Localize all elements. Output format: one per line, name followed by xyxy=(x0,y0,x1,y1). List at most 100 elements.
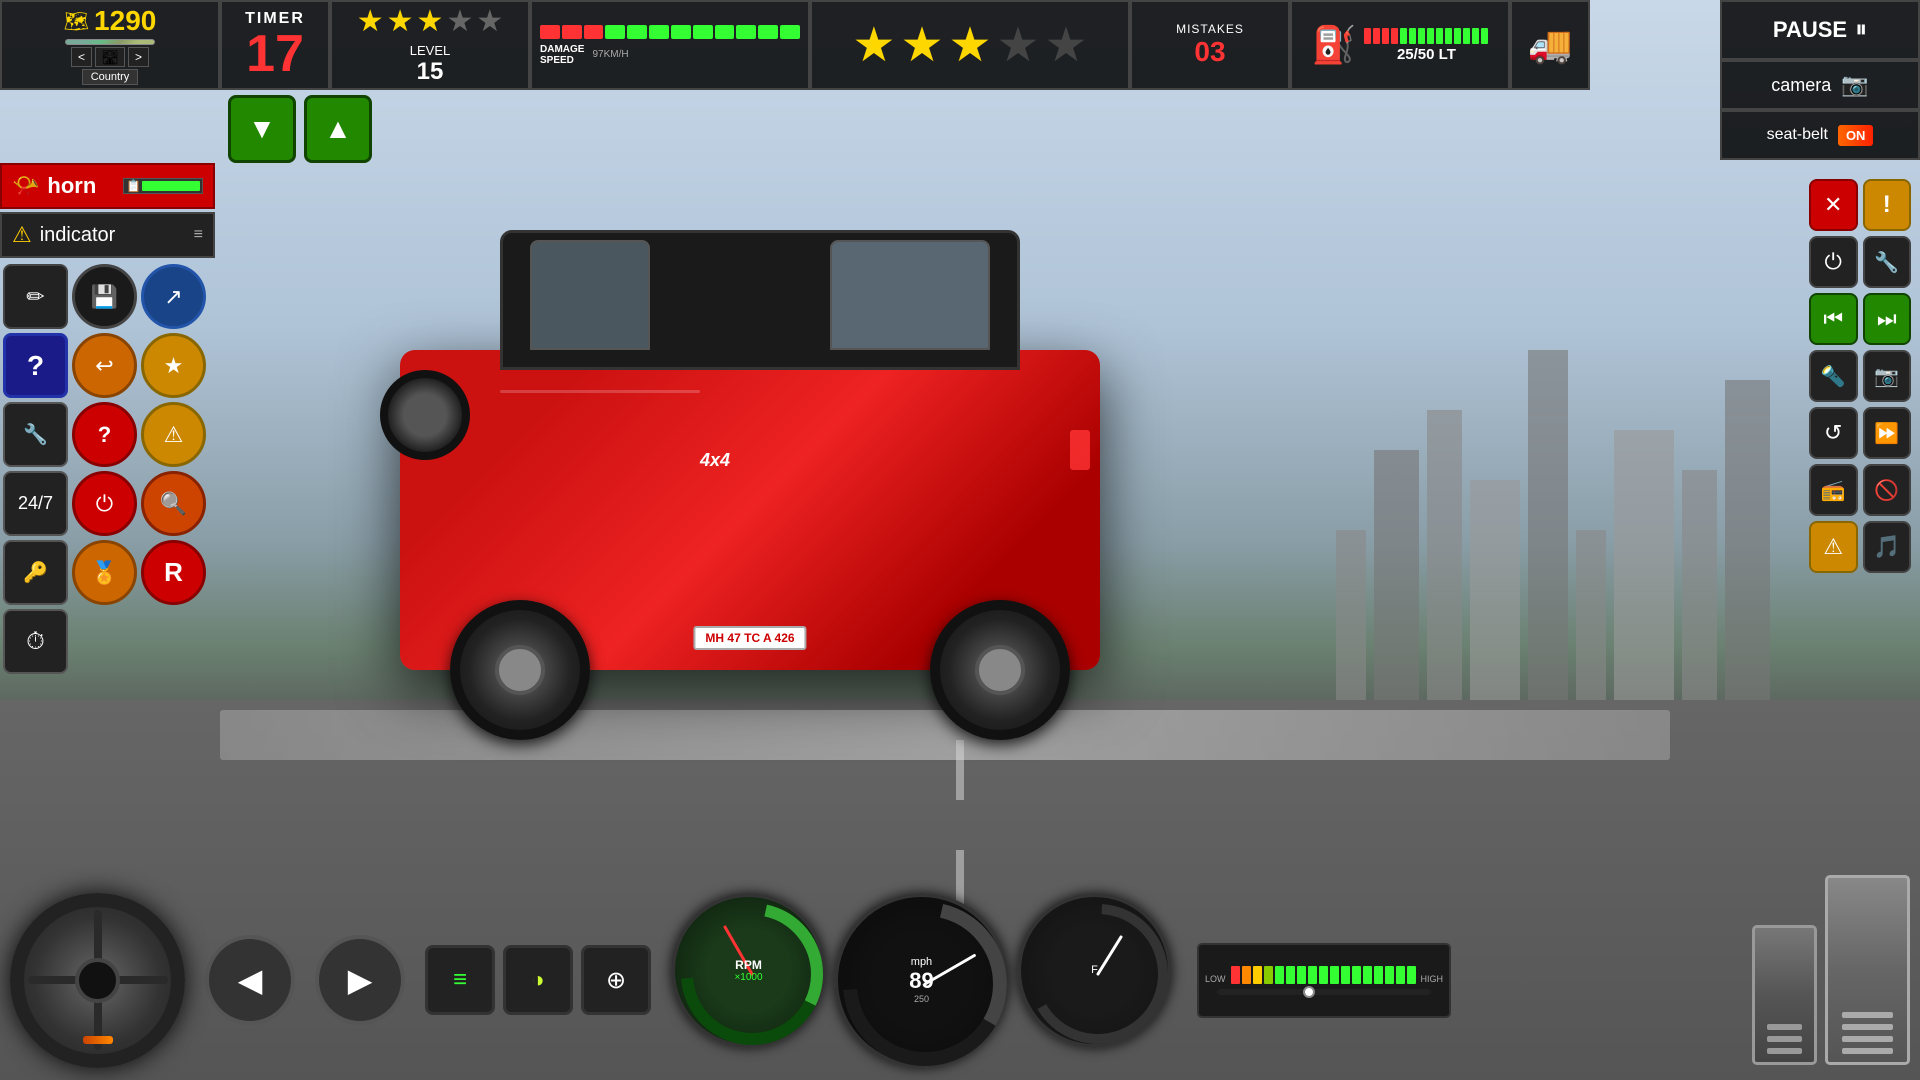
right-controls: ✕ ! ⏻ 🔧 ⏮ ⏭ 🔦 📷 ↺ ⏩ 📻 🚫 ⚠ 🎵 xyxy=(1805,175,1915,577)
service-btn[interactable]: 24/7 xyxy=(3,471,68,536)
help-btn[interactable]: ? xyxy=(3,333,68,398)
gauge-low-label: LOW xyxy=(1205,974,1226,984)
star-5: ★ xyxy=(476,4,503,39)
top-bar: 🗺 1290 < 🛣 > Country TIMER 17 ★ ★ ★ xyxy=(0,0,1720,90)
hp-seg xyxy=(649,25,669,39)
big-star-2: ★ xyxy=(900,17,943,73)
speed-value: 97KM/H xyxy=(592,49,628,60)
mini-gauge-strip: LOW HIGH xyxy=(1197,943,1451,1018)
gear-up-btn[interactable]: ▲ xyxy=(304,95,372,163)
building xyxy=(1427,410,1462,730)
hp-seg xyxy=(605,25,625,39)
music-btn[interactable]: 🎵 xyxy=(1863,521,1912,573)
return-btn[interactable]: ↩ xyxy=(72,333,137,398)
brake-pedal[interactable] xyxy=(1752,925,1817,1065)
mistakes-label: MISTAKES xyxy=(1176,22,1244,36)
wrench-btn[interactable]: 🔑 xyxy=(3,540,68,605)
nav-forward-btn[interactable]: ▶ xyxy=(315,935,405,1025)
medal-btn[interactable]: 🏅 xyxy=(72,540,137,605)
share-btn[interactable]: ↗ xyxy=(141,264,206,329)
flash-btn[interactable]: 🔦 xyxy=(1809,350,1858,402)
radio-btn[interactable]: 📻 xyxy=(1809,464,1858,516)
building xyxy=(1470,480,1520,730)
favorite-btn[interactable]: ★ xyxy=(141,333,206,398)
star-2: ★ xyxy=(387,4,414,39)
save-btn[interactable]: 💾 xyxy=(72,264,137,329)
r-btn[interactable]: R xyxy=(141,540,206,605)
star-4: ★ xyxy=(446,4,473,39)
accel-pedal[interactable] xyxy=(1825,875,1910,1065)
speedometer-btn[interactable]: ⏱ xyxy=(3,609,68,674)
fuel-seg xyxy=(1400,28,1407,44)
hp-seg xyxy=(736,25,756,39)
undo-btn[interactable]: ↺ xyxy=(1809,407,1858,459)
hp-seg xyxy=(758,25,778,39)
hp-seg xyxy=(627,25,647,39)
alert2-btn[interactable]: ⚠ xyxy=(1809,521,1858,573)
close-btn[interactable]: ✕ xyxy=(1809,179,1858,231)
big-star-1: ★ xyxy=(852,17,895,73)
fuel-seg xyxy=(1391,28,1398,44)
icon-grid: ✏ 💾 ↗ ? ↩ ★ 🔧 ? ⚠ 24/7 ⏻ 🔍 🔑 🏅 R ⏱ xyxy=(0,261,215,677)
big-star-4: ★ xyxy=(997,17,1040,73)
star-3: ★ xyxy=(417,4,444,39)
light3-btn[interactable]: ⊕ xyxy=(581,945,651,1015)
steering-wheel[interactable] xyxy=(10,885,185,1075)
building xyxy=(1374,450,1419,730)
level-value: 15 xyxy=(417,58,444,86)
fuel-seg xyxy=(1382,28,1389,44)
fuel-seg xyxy=(1445,28,1452,44)
horn-bar: 📋 xyxy=(123,178,203,194)
edit-btn[interactable]: ✏ xyxy=(3,264,68,329)
indicator-icon: ⚠ xyxy=(12,222,32,248)
minimap-icon: 🗺 xyxy=(64,9,89,34)
fuel-seg xyxy=(1418,28,1425,44)
pedal-area xyxy=(1752,875,1910,1065)
zoom-btn[interactable]: 🔍 xyxy=(141,471,206,536)
question-btn[interactable]: ? xyxy=(72,402,137,467)
hp-seg xyxy=(715,25,735,39)
hp-seg xyxy=(693,25,713,39)
tool-btn[interactable]: 🔧 xyxy=(3,402,68,467)
next-btn[interactable]: ⏭ xyxy=(1863,293,1912,345)
pause-box[interactable]: PAUSE ⏸ xyxy=(1720,0,1920,60)
pause-label: PAUSE xyxy=(1773,17,1847,43)
seatbelt-btn[interactable]: ON xyxy=(1838,125,1874,146)
ff-btn[interactable]: ⏩ xyxy=(1863,407,1912,459)
minimap-next-btn[interactable]: > xyxy=(128,47,149,67)
right-top-panel: PAUSE ⏸ camera 📷 seat-belt ON xyxy=(1720,0,1920,160)
gear-controls: ▼ ▲ xyxy=(228,95,372,163)
camera-box[interactable]: camera 📷 xyxy=(1720,60,1920,110)
gauge-high-label: HIGH xyxy=(1421,974,1444,984)
power2-btn[interactable]: ⏻ xyxy=(1809,236,1858,288)
nosign-btn[interactable]: 🚫 xyxy=(1863,464,1912,516)
seatbelt-box[interactable]: seat-belt ON xyxy=(1720,110,1920,160)
big-star-5: ★ xyxy=(1045,17,1088,73)
light1-btn[interactable]: ≡ xyxy=(425,945,495,1015)
star-1: ★ xyxy=(357,4,384,39)
horn-label: horn xyxy=(47,173,115,199)
power-btn[interactable]: ⏻ xyxy=(72,471,137,536)
minimap-image xyxy=(65,39,155,45)
gear-down-btn[interactable]: ▼ xyxy=(228,95,296,163)
bottom-controls: ◀ ▶ ≡ ◑ ⊕ RPM ×1000 xyxy=(0,880,1300,1080)
nav-back-btn[interactable]: ◀ xyxy=(205,935,295,1025)
fuel-panel: ⛽ 25/50 LT xyxy=(1290,0,1510,90)
warning-btn[interactable]: ⚠ xyxy=(141,402,206,467)
prev-btn[interactable]: ⏮ xyxy=(1809,293,1858,345)
wrench2-btn[interactable]: 🔧 xyxy=(1863,236,1912,288)
big-star-3: ★ xyxy=(948,17,991,73)
light2-btn[interactable]: ◑ xyxy=(503,945,573,1015)
minimap-road-icon: 🛣 xyxy=(95,47,125,67)
fuel-text: 25/50 LT xyxy=(1364,46,1488,63)
fuel-seg xyxy=(1409,28,1416,44)
exclaim-btn[interactable]: ! xyxy=(1863,179,1912,231)
fuel-seg xyxy=(1427,28,1434,44)
horn-icon: 📯 xyxy=(12,173,39,199)
indicator-label: indicator xyxy=(40,224,116,247)
seatbelt-label: seat-belt xyxy=(1767,126,1828,144)
hp-seg xyxy=(562,25,582,39)
minimap-prev-btn[interactable]: < xyxy=(71,47,92,67)
mistakes-value: 03 xyxy=(1194,36,1225,68)
cam2-btn[interactable]: 📷 xyxy=(1863,350,1912,402)
